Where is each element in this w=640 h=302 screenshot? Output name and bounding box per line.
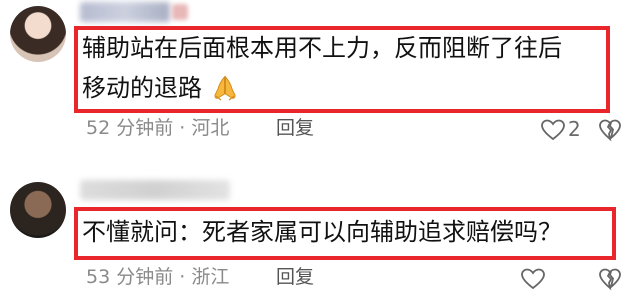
- heart-icon[interactable]: [520, 266, 546, 292]
- reply-button[interactable]: 回复: [276, 116, 314, 140]
- comment-item: 辅助站在后面根本用不上力，反而阻断了往后 移动的退路 52 分钟前 · 河北 回…: [0, 0, 640, 150]
- username-blurred[interactable]: [80, 180, 230, 200]
- comment-time-location: 53 分钟前 · 浙江: [86, 266, 230, 288]
- reply-button[interactable]: 回复: [276, 265, 314, 289]
- avatar[interactable]: [10, 6, 66, 62]
- comment-item: 不懂就问：死者家属可以向辅助追求赔偿吗？ 53 分钟前 · 浙江 回复: [0, 178, 640, 302]
- comment-text-line: 辅助站在后面根本用不上力，反而阻断了往后: [82, 34, 562, 62]
- pray-hands-emoji-icon: [214, 75, 236, 101]
- comment-time-location: 52 分钟前 · 河北: [86, 117, 230, 139]
- comment-text-line: 不懂就问：死者家属可以向辅助追求赔偿吗？: [82, 218, 562, 246]
- heart-icon[interactable]: [540, 117, 566, 143]
- broken-heart-icon[interactable]: [598, 117, 622, 143]
- like-count: 2: [568, 117, 581, 141]
- broken-heart-icon[interactable]: [598, 266, 622, 292]
- comment-text-fragment: 移动的退路: [82, 74, 202, 102]
- comment-text-line: 移动的退路: [82, 70, 238, 106]
- user-badge-icon: [172, 4, 188, 20]
- avatar[interactable]: [10, 182, 66, 238]
- username-blurred[interactable]: [80, 2, 170, 22]
